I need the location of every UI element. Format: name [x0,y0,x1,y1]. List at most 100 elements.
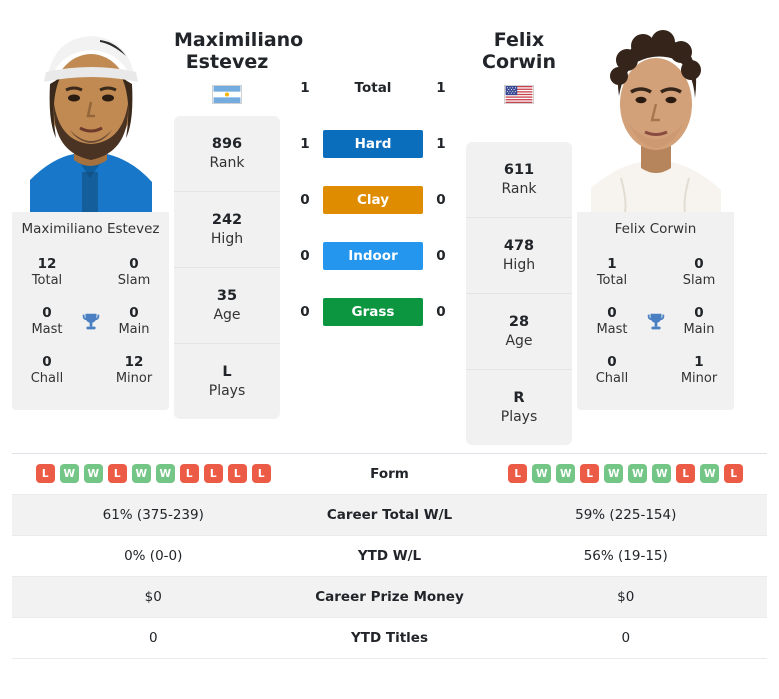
form-badge-loss: L [203,464,223,484]
right-titles-chall: 0 Chall [589,354,635,387]
right-titles-row-1: 1 Total 0 Slam [583,248,728,297]
left-stat-high: 242 High [174,192,280,268]
left-stat-plays-value: L [222,363,232,380]
left-player-photo-name: Maximiliano Estevez [12,212,169,247]
trophy-icon [640,311,672,333]
right-stat-rank-label: Rank [501,180,537,197]
left-player-name-line2: Estevez [185,50,269,73]
comparison-header: Maximiliano Estevez 12 Total 0 Slam 0 Ma… [0,0,779,445]
form-badge-loss: L [35,464,55,484]
surface-label-grass: Grass [323,298,423,326]
surface-label-hard: Hard [323,130,423,158]
surface-label-total: Total [354,80,392,96]
left-surface-grass-wins: 0 [300,304,310,320]
left-stat-plays: L Plays [174,344,280,419]
right-titles-mast-label: Mast [596,322,628,338]
left-titles-total: 12 Total [24,256,70,289]
right-player-name-line1: Felix Corwin [482,29,556,73]
left-titles-row-1: 12 Total 0 Slam [18,248,163,297]
right-titles-slam: 0 Slam [676,256,722,289]
table-row-form: LWWLWWLLLL Form LWWLWWWLWL [12,454,767,495]
left-player-photo-column: Maximiliano Estevez 12 Total 0 Slam 0 Ma… [12,12,169,410]
left-player-card: Maximiliano Estevez 12 Total 0 Slam 0 Ma… [12,12,169,410]
left-titles-mast-label: Mast [31,322,63,338]
left-surface-hard-wins: 1 [300,136,310,152]
surface-row-hard: 1 Hard 1 [285,116,461,172]
right-player-card: Felix Corwin 1 Total 0 Slam 0 Mast 0 Mai… [577,12,734,410]
left-titles-main: 0 Main [111,305,157,338]
trophy-icon [75,311,107,333]
left-titles-minor-value: 12 [124,354,144,371]
surface-row-total: 1 Total 1 [285,60,461,116]
left-stat-age-value: 35 [216,287,238,304]
right-titles-mast-value: 0 [607,305,617,322]
left-titles-chall: 0 Chall [24,354,70,387]
right-titles-row-2: 0 Mast 0 Main [583,297,728,346]
table-row-ytd-wl: 0% (0-0) YTD W/L 56% (19-15) [12,536,767,577]
left-titles-total-value: 12 [37,256,57,273]
left-titles-minor: 12 Minor [111,354,157,387]
right-titles-slam-value: 0 [694,256,704,273]
left-player-stats-column: Maximiliano Estevez 896 Rank 242 High 35… [169,12,303,419]
right-titles-chall-value: 0 [607,354,617,371]
right-titles-minor: 1 Minor [676,354,722,387]
right-titles-row-3: 0 Chall 1 Minor [583,346,728,395]
right-stat-plays-value: R [513,389,525,406]
table-row-career-prize-money: $0 Career Prize Money $0 [12,576,767,618]
right-player-name: Felix Corwin [466,12,572,74]
right-player-photo-column: Felix Corwin 1 Total 0 Slam 0 Mast 0 Mai… [577,12,734,410]
left-titles-minor-label: Minor [115,371,153,387]
form-badge-win: W [652,464,672,484]
left-surface-clay-wins: 0 [300,192,310,208]
left-titles-row-3: 0 Chall 12 Minor [18,346,163,395]
left-player-titles-grid: 12 Total 0 Slam 0 Mast 0 Main 0 Chall 12… [12,246,169,410]
right-player-titles-grid: 1 Total 0 Slam 0 Mast 0 Main 0 Chall 1 M… [577,246,734,410]
right-surface-hard-wins: 1 [436,136,446,152]
right-stat-plays-label: Plays [500,408,538,425]
right-titles-minor-label: Minor [680,371,718,387]
right-titles-mast: 0 Mast [589,305,635,338]
left-titles-main-value: 0 [129,305,139,322]
right-stat-high: 478 High [466,218,572,294]
right-surface-total-wins: 1 [436,80,446,96]
right-stat-age-value: 28 [508,313,530,330]
left-stat-high-label: High [210,230,244,247]
right-surface-grass-wins: 0 [436,304,446,320]
surface-label-indoor: Indoor [323,242,423,270]
surface-row-clay: 0 Clay 0 [285,172,461,228]
form-badge-loss: L [227,464,247,484]
table-row-career-total-wl: 61% (375-239) Career Total W/L 59% (225-… [12,494,767,536]
left-form-strip: LWWLWWLLLL [35,464,271,484]
surface-comparison-column: 1 Total 1 1 Hard 1 0 Clay 0 0 Indoor 0 0… [285,12,461,340]
right-career-total-wl: 59% (225-154) [575,506,677,523]
form-badge-win: W [700,464,720,484]
right-surface-clay-wins: 0 [436,192,446,208]
right-titles-total-value: 1 [607,256,617,273]
form-badge-loss: L [724,464,744,484]
left-player-name-line1: Maximiliano [174,29,304,51]
right-form-strip: LWWLWWWLWL [508,464,744,484]
left-stat-age-label: Age [213,306,241,323]
left-player-stats-card: 896 Rank 242 High 35 Age L Plays [174,115,280,419]
right-player-flag-wrap [466,74,572,104]
form-badge-win: W [556,464,576,484]
right-player-stats-column: Felix Corwin 611 Rank 478 High 28 Age R … [461,12,577,445]
table-label-ytd-wl: YTD W/L [357,547,422,564]
surface-row-indoor: 0 Indoor 0 [285,228,461,284]
surface-row-grass: 0 Grass 0 [285,284,461,340]
right-stat-plays: R Plays [466,370,572,445]
left-form-cell: LWWLWWLLLL [12,464,295,484]
form-badge-loss: L [508,464,528,484]
form-badge-win: W [131,464,151,484]
left-player-flag-wrap [174,74,280,104]
right-career-prize-money: $0 [617,588,635,605]
form-badge-win: W [604,464,624,484]
form-badge-loss: L [676,464,696,484]
left-stat-rank-label: Rank [209,154,245,171]
right-stat-age: 28 Age [466,294,572,370]
left-ytd-wl: 0% (0-0) [124,547,183,564]
surface-label-clay: Clay [323,186,423,214]
left-titles-chall-value: 0 [42,354,52,371]
right-player-stats-card: 611 Rank 478 High 28 Age R Plays [466,141,572,445]
form-badge-win: W [59,464,79,484]
